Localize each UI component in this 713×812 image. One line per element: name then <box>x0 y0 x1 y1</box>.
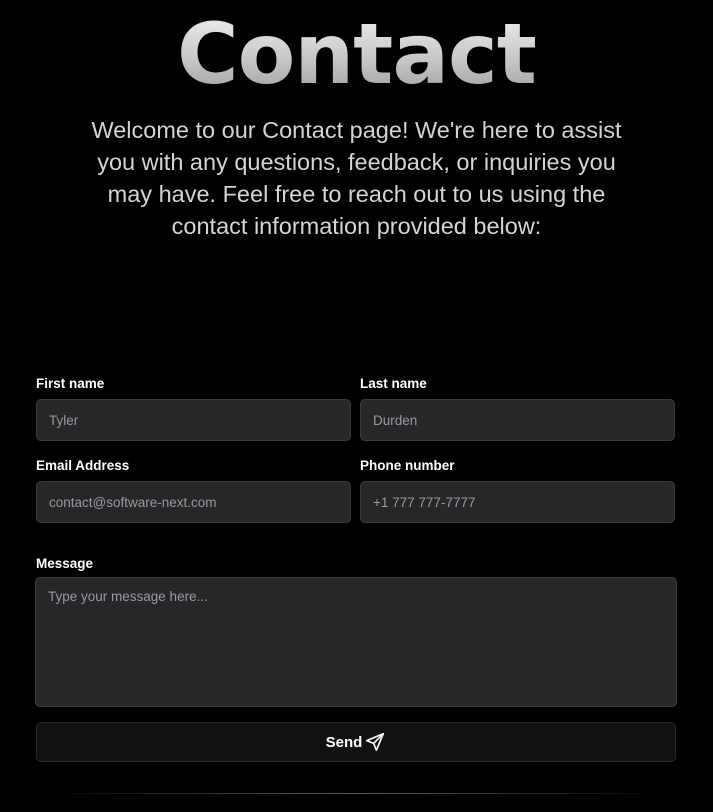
send-icon <box>364 731 386 753</box>
contact-page: Contact Welcome to our Contact page! We'… <box>0 0 713 812</box>
last-name-label: Last name <box>360 376 427 391</box>
email-field[interactable] <box>36 481 351 523</box>
send-button-label: Send <box>325 733 363 751</box>
send-button[interactable]: Send <box>36 722 676 762</box>
email-label: Email Address <box>36 458 130 473</box>
message-field[interactable] <box>35 577 677 707</box>
intro-paragraph: Welcome to our Contact page! We're here … <box>91 117 622 239</box>
last-name-field[interactable] <box>360 399 675 441</box>
phone-label: Phone number <box>360 458 455 473</box>
page-title: Contact <box>0 4 713 104</box>
phone-field[interactable] <box>360 481 675 523</box>
first-name-label: First name <box>36 376 105 391</box>
message-label: Message <box>36 556 94 571</box>
first-name-field[interactable] <box>36 399 351 441</box>
footer-divider <box>40 793 673 794</box>
